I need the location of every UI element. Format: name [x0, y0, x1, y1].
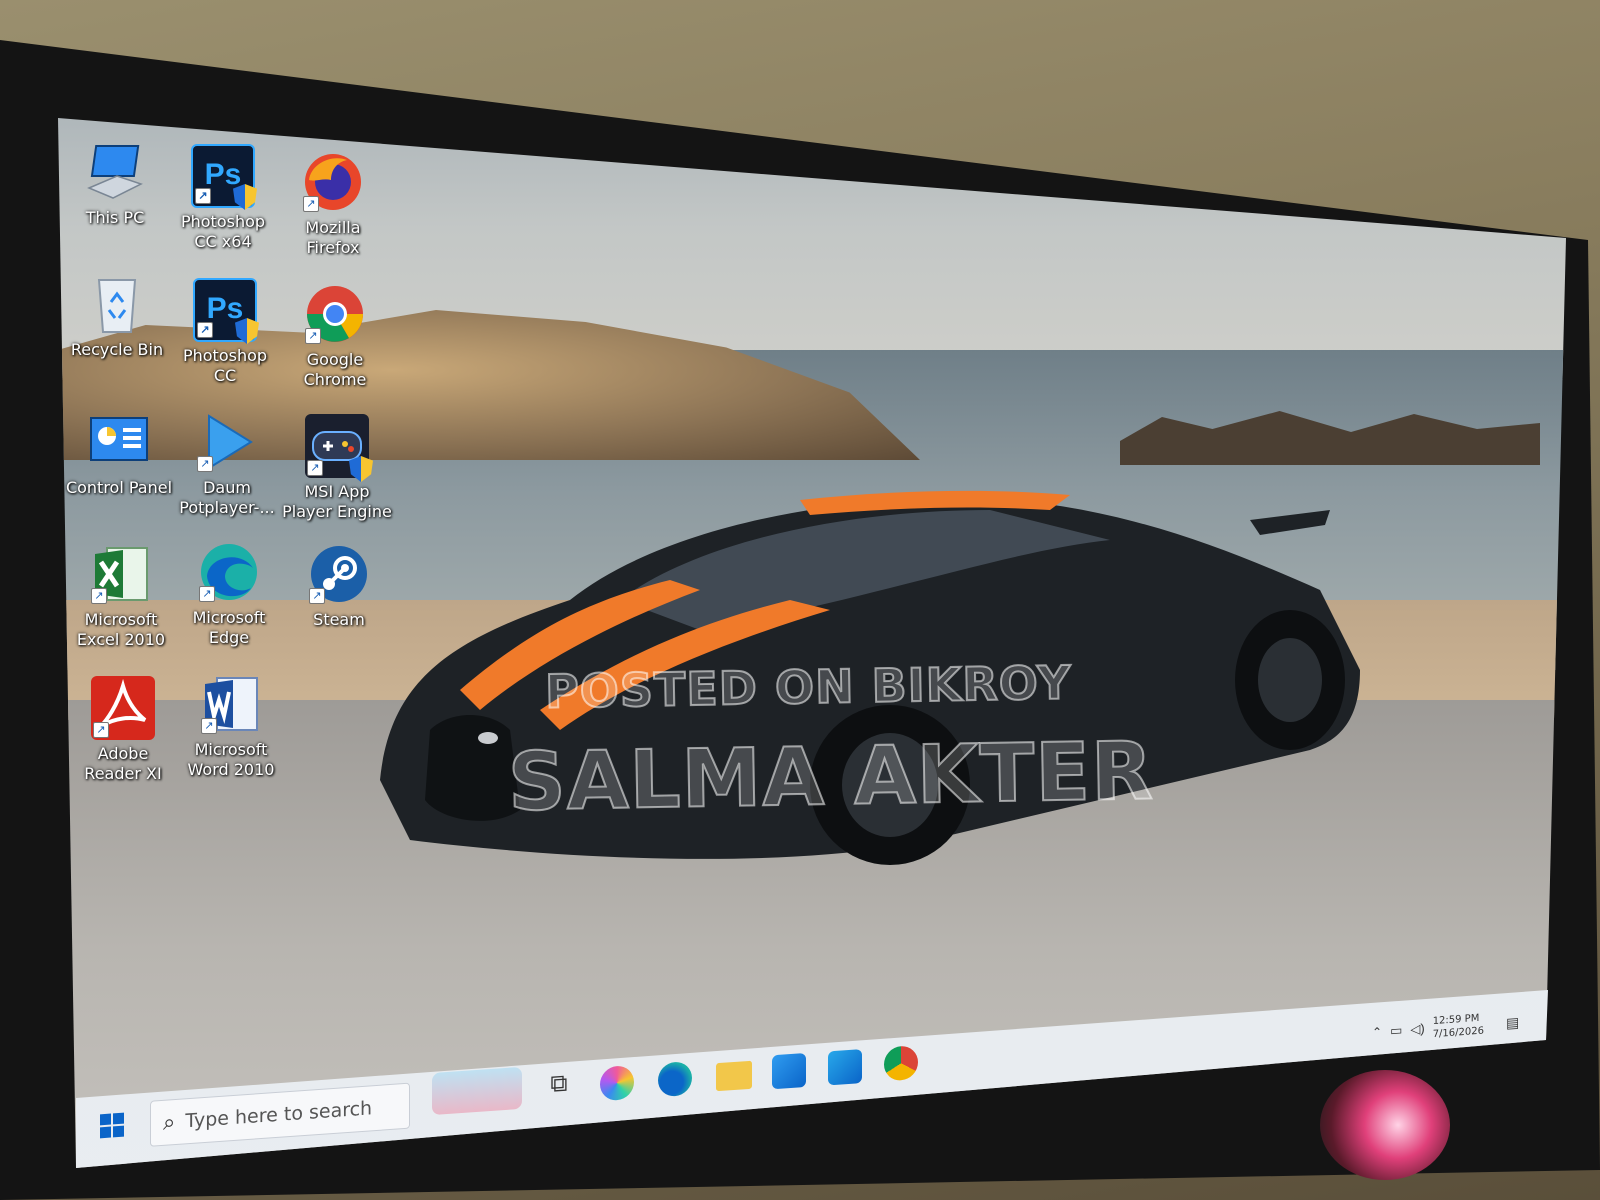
taskbar-search-box[interactable]: ⌕ Type here to search	[150, 1082, 410, 1147]
chrome-icon[interactable]	[884, 1045, 918, 1082]
search-icon: ⌕	[163, 1109, 176, 1135]
search-placeholder: Type here to search	[185, 1097, 373, 1133]
network-icon[interactable]: ▭	[1390, 1022, 1402, 1039]
volume-icon[interactable]: ◁)	[1410, 1021, 1424, 1038]
pc-case-rgb-light	[1320, 1070, 1450, 1180]
store-icon[interactable]	[772, 1052, 806, 1090]
start-button[interactable]	[100, 1112, 126, 1141]
chevron-up-icon[interactable]: ⌃	[1372, 1025, 1382, 1040]
copilot-icon[interactable]	[600, 1064, 634, 1102]
edge-icon[interactable]	[658, 1060, 692, 1098]
notification-icon[interactable]: ▤	[1506, 1014, 1519, 1032]
taskbar-items: ⌕ Type here to search ⧉ ⌃ ▭ ◁) 12:59 PM …	[0, 0, 1600, 1200]
file-explorer-icon[interactable]	[716, 1060, 752, 1092]
clock[interactable]: 12:59 PM 7/16/2026	[1433, 1012, 1484, 1042]
windows-logo-icon	[100, 1113, 111, 1126]
outlook-icon[interactable]	[828, 1049, 862, 1086]
system-tray: ⌃ ▭ ◁) 12:59 PM 7/16/2026 ▤	[1372, 1009, 1519, 1045]
clock-date: 7/16/2026	[1432, 1025, 1484, 1041]
task-view-icon[interactable]: ⧉	[542, 1069, 576, 1105]
search-highlight-icon[interactable]	[432, 1066, 522, 1116]
